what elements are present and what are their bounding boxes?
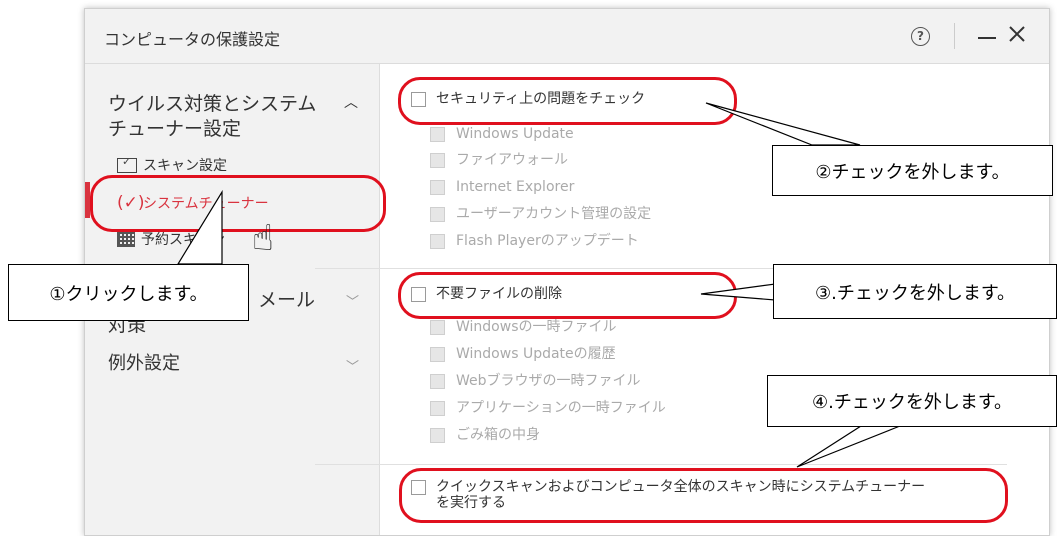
hand-cursor-icon: ☝ bbox=[252, 218, 274, 259]
callout-step3: ③.チェックを外します。 bbox=[773, 264, 1057, 319]
callout-step2: ②チェックを外します。 bbox=[772, 145, 1053, 196]
callout-step1: ①クリックします。 bbox=[8, 264, 249, 321]
callout-step4: ④.チェックを外します。 bbox=[767, 375, 1057, 427]
